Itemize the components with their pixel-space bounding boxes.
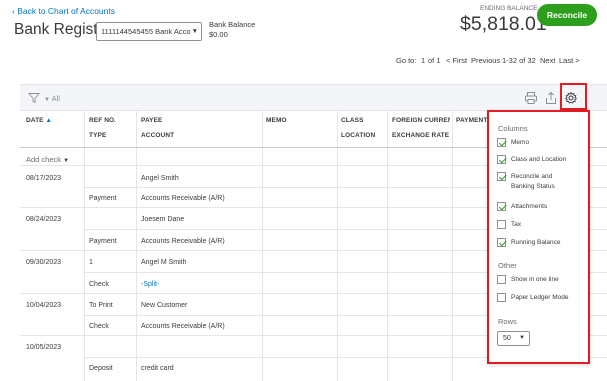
row-account: Accounts Receivable (A/R) <box>141 195 225 202</box>
column-header-payment[interactable]: PAYMENT <box>456 117 487 124</box>
column-header-class[interactable]: CLASS <box>341 117 364 124</box>
attachments-checkbox[interactable] <box>497 202 506 211</box>
add-check-dropdown[interactable]: Add check ▼ <box>26 155 69 164</box>
memo-option-label: Memo <box>511 139 530 146</box>
row-payee: Angel Smith <box>141 175 179 182</box>
memo-checkbox[interactable] <box>497 138 506 147</box>
column-divider <box>387 111 388 381</box>
row-account: Accounts Receivable (A/R) <box>141 323 225 330</box>
column-divider <box>262 111 263 381</box>
register-header: ‹ Back to Chart of Accounts Bank Registe… <box>0 0 607 84</box>
class-and-location-checkbox[interactable] <box>497 155 506 164</box>
pager-current-page[interactable]: 1 <box>421 56 425 65</box>
running-balance-option-label: Running Balance <box>511 239 561 246</box>
column-divider <box>84 111 85 381</box>
account-select-value: 1111144545455 Bank Acco <box>101 27 191 36</box>
row-date: 09/30/2023 <box>26 259 62 266</box>
account-select[interactable]: 1111144545455 Bank Acco ▼ <box>96 22 202 41</box>
column-header-account[interactable]: ACCOUNT <box>141 132 174 139</box>
add-check-label: Add check <box>26 155 62 164</box>
column-header-type[interactable]: TYPE <box>89 132 106 139</box>
row-date: 08/17/2023 <box>26 175 62 182</box>
pager-previous-button[interactable]: Previous <box>471 56 500 65</box>
pager-goto-label: Go to: <box>396 56 417 65</box>
columns-heading: Columns <box>498 124 528 133</box>
ending-balance-label: ENDING BALANCE <box>480 5 538 12</box>
chevron-down-icon: ▼ <box>44 97 52 103</box>
filter-icon[interactable] <box>28 92 40 104</box>
bank-balance-value: $0.00 <box>209 30 228 39</box>
column-divider <box>337 111 338 381</box>
print-icon[interactable] <box>524 91 538 105</box>
running-balance-checkbox[interactable] <box>497 238 506 247</box>
row-date: 10/05/2023 <box>26 344 62 351</box>
gear-button-highlight <box>560 83 587 110</box>
rows-per-page-select[interactable]: 50 ▼ <box>497 331 530 346</box>
chevron-down-icon: ▼ <box>191 28 198 35</box>
split-link[interactable]: -Split- <box>141 281 159 288</box>
ending-balance-value: $5,818.01 <box>460 13 547 35</box>
reconcile-button[interactable]: Reconcile <box>537 4 597 26</box>
column-header-date[interactable]: DATE ▲ <box>26 117 52 124</box>
row-type: Payment <box>89 238 117 245</box>
reconcile-and-banking-status-option-label: Reconcile and Banking Status <box>511 173 555 190</box>
row-payee: Joesem Dane <box>141 216 185 223</box>
export-icon[interactable] <box>544 91 558 105</box>
attachments-option-label: Attachments <box>511 203 548 210</box>
row-payee: Angel M Smith <box>141 259 187 266</box>
filter-label: All <box>51 94 60 103</box>
show-in-one-line-option-label: Show in one line <box>511 276 559 283</box>
chevron-down-icon: ▼ <box>519 335 525 341</box>
row-payee: New Customer <box>141 302 188 309</box>
pager-of-label: of 1 <box>428 56 441 65</box>
row-type: Check <box>89 281 109 288</box>
row-date: 08/24/2023 <box>26 216 62 223</box>
row-type: Payment <box>89 195 117 202</box>
date-header-label: DATE <box>26 117 44 124</box>
rows-per-page-value: 50 <box>503 335 511 342</box>
tax-checkbox[interactable] <box>497 220 506 229</box>
column-header-ref-no[interactable]: REF NO. <box>89 117 116 124</box>
table-settings-dropdown: Columns Memo Class and Location Reconcil… <box>487 110 590 364</box>
tax-option-label: Tax <box>511 221 522 228</box>
pager-range: 1-32 of 32 <box>502 56 536 65</box>
column-header-exchange-rate[interactable]: EXCHANGE RATE <box>392 132 449 139</box>
back-to-chart-of-accounts-link[interactable]: ‹ Back to Chart of Accounts <box>12 6 115 16</box>
column-header-location[interactable]: LOCATION <box>341 132 375 139</box>
row-ref-no: 1 <box>89 259 93 266</box>
row-date: 10/04/2023 <box>26 302 62 309</box>
back-link-label: Back to Chart of Accounts <box>17 6 116 16</box>
sort-ascending-icon: ▲ <box>45 117 53 124</box>
rows-heading: Rows <box>498 317 517 326</box>
reconcile-and-banking-status-checkbox[interactable] <box>497 172 506 181</box>
bank-balance-label: Bank Balance <box>209 20 256 29</box>
other-heading: Other <box>498 261 517 270</box>
column-header-foreign-currency[interactable]: FOREIGN CURREN <box>392 117 450 124</box>
pager-next-button[interactable]: Next <box>540 56 555 65</box>
show-in-one-line-checkbox[interactable] <box>497 275 506 284</box>
paper-ledger-mode-checkbox[interactable] <box>497 293 506 302</box>
row-ref-no: To Print <box>89 302 113 309</box>
column-divider <box>136 111 137 381</box>
pager-first-button[interactable]: < First <box>446 56 467 65</box>
bank-balance: Bank Balance $0.00 <box>209 20 255 40</box>
row-type: Check <box>89 323 109 330</box>
class-and-location-option-label: Class and Location <box>511 156 567 163</box>
filter-bar: ▼ All <box>20 85 607 111</box>
column-divider <box>452 111 453 381</box>
chevron-down-icon: ▼ <box>63 158 70 164</box>
filter-dropdown[interactable]: ▼ All <box>44 94 60 103</box>
column-header-memo[interactable]: MEMO <box>266 117 287 124</box>
row-account: credit card <box>141 365 174 372</box>
row-account: Accounts Receivable (A/R) <box>141 238 225 245</box>
row-type: Deposit <box>89 365 113 372</box>
paper-ledger-mode-option-label: Paper Ledger Mode <box>511 294 569 301</box>
column-header-payee[interactable]: PAYEE <box>141 117 162 124</box>
pager-last-button[interactable]: Last > <box>559 56 580 65</box>
